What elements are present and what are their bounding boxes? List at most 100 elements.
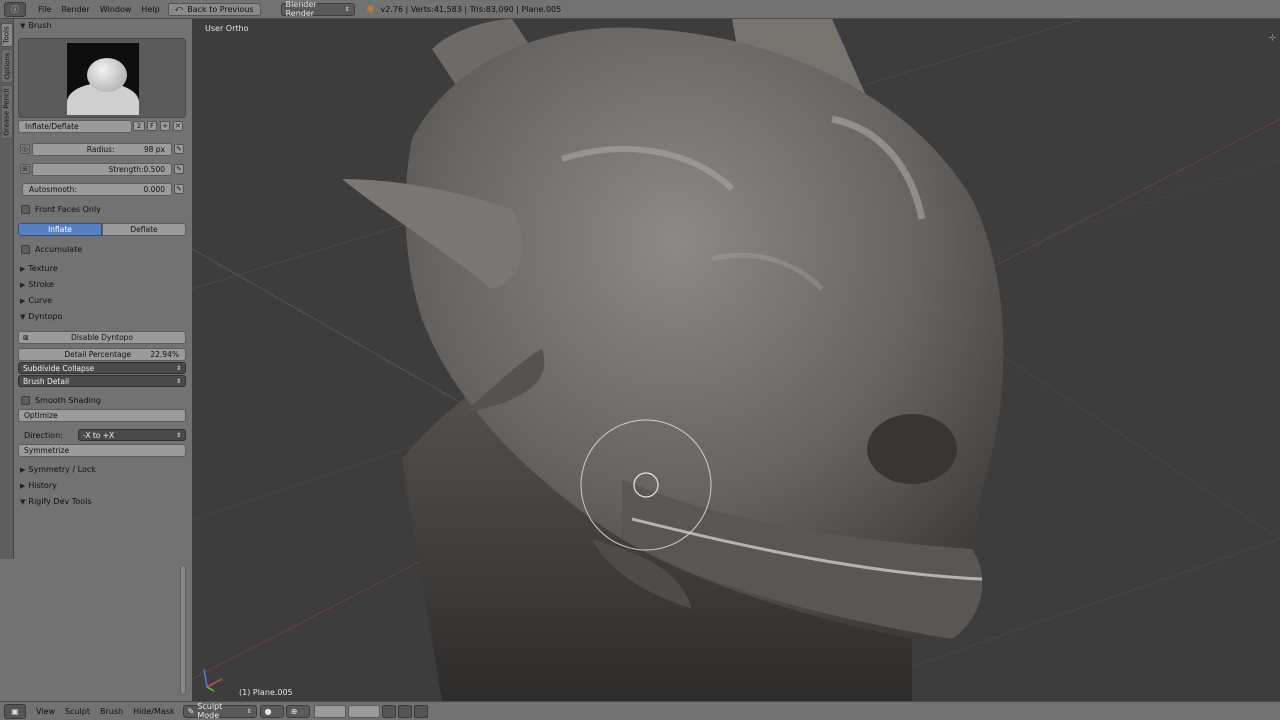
- autosmooth-slider[interactable]: Autosmooth: 0.000: [22, 183, 172, 196]
- dropdown-arrows-icon: ⇕: [175, 377, 181, 385]
- mode-label: Sculpt Mode: [197, 702, 223, 720]
- accumulate-checkbox[interactable]: [21, 245, 30, 254]
- front-faces-only-checkbox[interactable]: [21, 205, 30, 214]
- menu-window[interactable]: Window: [100, 5, 132, 14]
- menu-sculpt[interactable]: Sculpt: [65, 707, 90, 716]
- active-object-label: (1) Plane.005: [239, 688, 293, 697]
- optimize-button[interactable]: Optimize: [18, 409, 186, 422]
- layer-block-2[interactable]: [347, 704, 380, 718]
- disable-dyntopo-button[interactable]: ⊠ Disable Dyntopo: [18, 331, 186, 344]
- strength-lock-icon[interactable]: ⊞: [20, 164, 30, 174]
- smooth-shading-label: Smooth Shading: [35, 396, 101, 405]
- symmetrize-button[interactable]: Symmetrize: [18, 444, 186, 457]
- editor-type-button[interactable]: ▣: [4, 703, 26, 719]
- rigify-panel-header[interactable]: ▼ Rigify Dev Tools: [20, 497, 92, 506]
- unlink-brush-icon[interactable]: ✕: [173, 121, 183, 131]
- brush-preview-box[interactable]: [18, 38, 186, 118]
- expanded-triangle-icon: ▼: [20, 312, 26, 321]
- texture-panel-header[interactable]: ▶ Texture: [20, 264, 58, 273]
- pivot-dropdown[interactable]: ⊕: [285, 704, 310, 718]
- render-engine-dropdown[interactable]: Blender Render ⇕: [280, 0, 355, 18]
- 3d-view-header: ▣ View Sculpt Brush Hide/Mask ✎ Sculpt M…: [0, 701, 1280, 720]
- tab-tools-label: Tools: [3, 26, 11, 44]
- curve-panel-title: Curve: [28, 296, 52, 305]
- info-header: ⓘ File Render Window Help ⤺ Back to Prev…: [0, 0, 1280, 19]
- layer-block-1[interactable]: [313, 704, 346, 718]
- dropdown-arrows-icon: ⇕: [344, 5, 350, 13]
- collapsed-triangle-icon: ▶: [20, 296, 26, 305]
- dyntopo-toggle-icon: ⊠: [23, 333, 29, 342]
- menu-file[interactable]: File: [38, 5, 51, 14]
- history-panel-header[interactable]: ▶ History: [20, 481, 57, 490]
- brush-users-label: 2: [136, 122, 142, 130]
- menu-brush[interactable]: Brush: [100, 707, 123, 716]
- radius-label: Radius:: [86, 145, 115, 154]
- accumulate-label: Accumulate: [35, 245, 83, 254]
- brush-panel-title: Brush: [28, 21, 52, 30]
- deflate-label: Deflate: [130, 225, 158, 234]
- radius-unit-icon[interactable]: ◎: [20, 144, 30, 154]
- dropdown-arrows-icon: ⇕: [246, 707, 252, 715]
- brush-panel-header[interactable]: ▼ Brush: [20, 21, 51, 30]
- editor-type-button[interactable]: ⓘ: [4, 1, 26, 17]
- menu-hide-mask[interactable]: Hide/Mask: [133, 707, 175, 716]
- fake-user-button[interactable]: F: [147, 121, 157, 131]
- menu-render[interactable]: Render: [61, 5, 89, 14]
- direction-dropdown[interactable]: -X to +X ⇕: [78, 429, 186, 441]
- strength-pressure-icon[interactable]: ✎: [174, 164, 184, 174]
- expanded-triangle-icon: ▼: [20, 21, 26, 30]
- strength-label: Strength:: [108, 165, 144, 174]
- dyntopo-panel-header[interactable]: ▼ Dyntopo: [20, 312, 62, 321]
- collapsed-triangle-icon: ▶: [20, 465, 26, 474]
- autosmooth-pressure-icon[interactable]: ✎: [174, 184, 184, 194]
- smooth-shading-checkbox[interactable]: [21, 396, 30, 405]
- menu-help[interactable]: Help: [141, 5, 159, 14]
- detail-type-value: Brush Detail: [23, 376, 70, 386]
- radius-value: 98 px: [143, 145, 165, 154]
- viewport-corner-widget[interactable]: ⊹: [1269, 33, 1276, 42]
- deflate-button[interactable]: Deflate: [102, 223, 186, 236]
- tab-grease-pencil[interactable]: Grease Pencil: [1, 85, 13, 139]
- tab-options[interactable]: Options: [1, 49, 13, 83]
- direction-value: -X to +X: [83, 430, 115, 440]
- fake-user-label: F: [149, 122, 155, 130]
- 3d-viewport[interactable]: User Ortho (1) Plane.005 ⊹: [192, 19, 1280, 701]
- strength-slider[interactable]: Strength: 0.500: [32, 163, 172, 176]
- mode-dropdown[interactable]: ✎ Sculpt Mode ⇕: [182, 702, 257, 720]
- detail-percentage-slider[interactable]: Detail Percentage 22.94%: [18, 348, 186, 361]
- history-panel-title: History: [28, 481, 57, 490]
- curve-panel-header[interactable]: ▶ Curve: [20, 296, 52, 305]
- tool-shelf-tabs: Tools Options Grease Pencil: [0, 19, 14, 559]
- back-icon: ⤺: [174, 4, 184, 13]
- camera-icon[interactable]: [413, 704, 428, 718]
- detail-percentage-value: 22.94%: [150, 350, 179, 359]
- add-brush-icon[interactable]: +: [160, 121, 170, 131]
- cube-icon: ▣: [11, 706, 19, 716]
- tab-tools[interactable]: Tools: [1, 23, 13, 47]
- dropdown-arrows-icon: ⇕: [175, 431, 181, 439]
- detail-percentage-label: Detail Percentage: [64, 350, 131, 359]
- snapshot-icon[interactable]: [397, 704, 412, 718]
- radius-slider[interactable]: Radius: 98 px: [32, 143, 172, 156]
- optimize-label: Optimize: [24, 411, 58, 420]
- direction-label: Direction:: [24, 431, 63, 440]
- subdivide-method-dropdown[interactable]: Subdivide Collapse ⇕: [18, 362, 186, 374]
- brush-name-field[interactable]: Inflate/Deflate: [18, 120, 132, 133]
- detail-type-dropdown[interactable]: Brush Detail ⇕: [18, 375, 186, 387]
- menu-view[interactable]: View: [36, 707, 55, 716]
- render-engine-label: Blender Render: [285, 0, 317, 18]
- sculpt-brush-icon: ✎: [187, 706, 195, 716]
- collapsed-triangle-icon: ▶: [20, 280, 26, 289]
- back-to-previous-button[interactable]: ⤺ Back to Previous: [167, 2, 261, 16]
- sculpt-mesh-render: [192, 19, 1280, 701]
- radius-pressure-icon[interactable]: ✎: [174, 144, 184, 154]
- axis-gizmo: [203, 668, 223, 692]
- shading-dropdown[interactable]: ●: [259, 704, 284, 718]
- inflate-button[interactable]: Inflate: [18, 223, 102, 236]
- symmetry-panel-header[interactable]: ▶ Symmetry / Lock: [20, 465, 96, 474]
- tool-shelf-lower: [0, 559, 192, 701]
- render-preview-icon[interactable]: [381, 704, 396, 718]
- stroke-panel-header[interactable]: ▶ Stroke: [20, 280, 54, 289]
- tool-shelf-scrollbar[interactable]: [180, 565, 186, 695]
- blender-logo-icon: ◉: [366, 4, 375, 14]
